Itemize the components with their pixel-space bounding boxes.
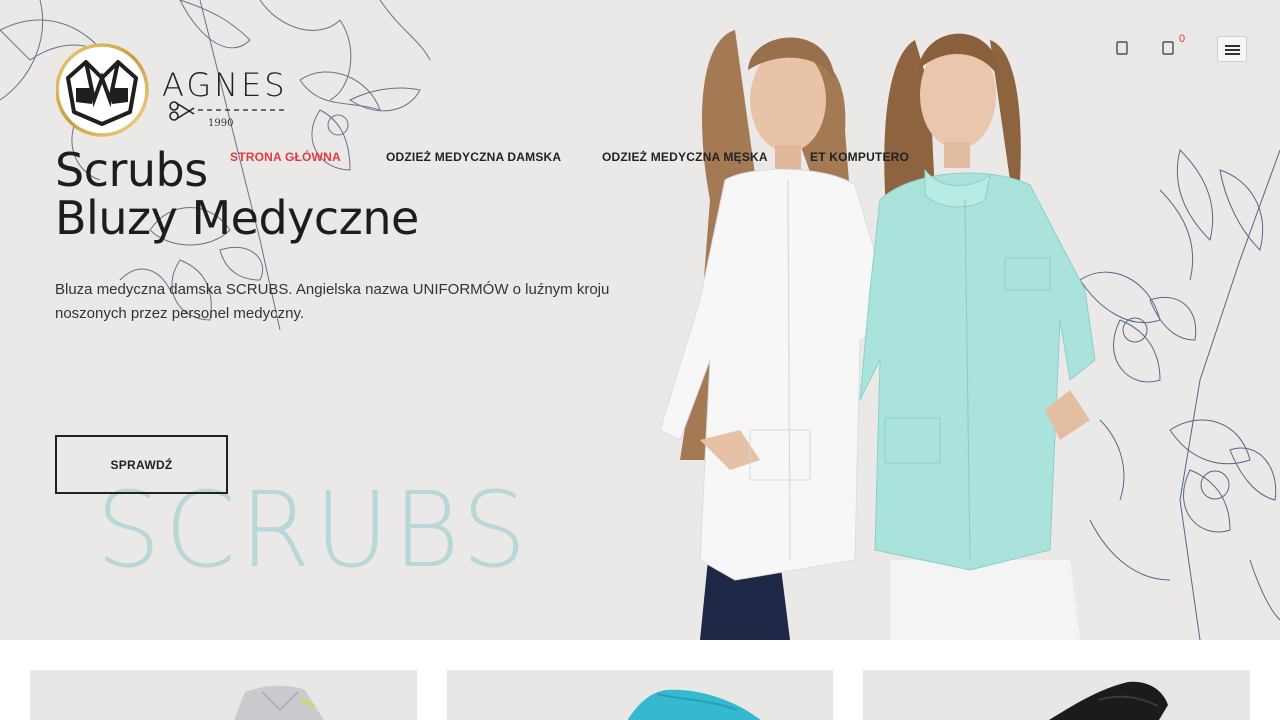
- hero-title-line2: Bluzy Medyczne: [55, 191, 419, 245]
- menu-icon[interactable]: [1217, 36, 1247, 62]
- models-photo: [659, 30, 1096, 640]
- header-actions: 0: [1100, 33, 1260, 66]
- black-scrub-image: [1049, 681, 1168, 720]
- user-icon[interactable]: [1116, 41, 1128, 55]
- menu-bar: [1225, 45, 1240, 47]
- grey-scrub-image: [233, 685, 324, 720]
- product-card[interactable]: [447, 670, 833, 720]
- agnes-logo[interactable]: AGNES 1990: [56, 40, 296, 140]
- svg-text:AGNES: AGNES: [162, 66, 288, 104]
- brand-year: 1990: [208, 118, 233, 129]
- nav-item-odziez-meska[interactable]: ODZIEŻ MEDYCZNA MĘSKA: [602, 150, 768, 164]
- menu-bar: [1225, 49, 1240, 51]
- cart-icon[interactable]: [1162, 41, 1174, 55]
- product-card[interactable]: [30, 670, 417, 720]
- sprawdz-button[interactable]: SPRAWDŹ: [55, 435, 228, 494]
- brand-name: AGNES: [162, 66, 288, 104]
- cart-count-badge: 0: [1179, 33, 1186, 45]
- product-cards-section: [0, 640, 1280, 720]
- turquoise-scrub-image: [627, 689, 761, 720]
- hero-title-line1: Scrubs: [55, 143, 208, 197]
- svg-text:1990: 1990: [208, 118, 233, 129]
- menu-bar: [1225, 53, 1240, 55]
- product-card[interactable]: [863, 670, 1250, 720]
- hero-description: Bluza medyczna damska SCRUBS. Angielska …: [55, 281, 610, 322]
- hero-title: Scrubs Bluzy Medyczne: [55, 146, 419, 242]
- hero-banner: SCRUBS AGNES 1990 STRONA GŁÓWNA ODZIEŻ M…: [0, 0, 1280, 640]
- nav-item-komputero[interactable]: ET KOMPUTERO: [810, 150, 909, 164]
